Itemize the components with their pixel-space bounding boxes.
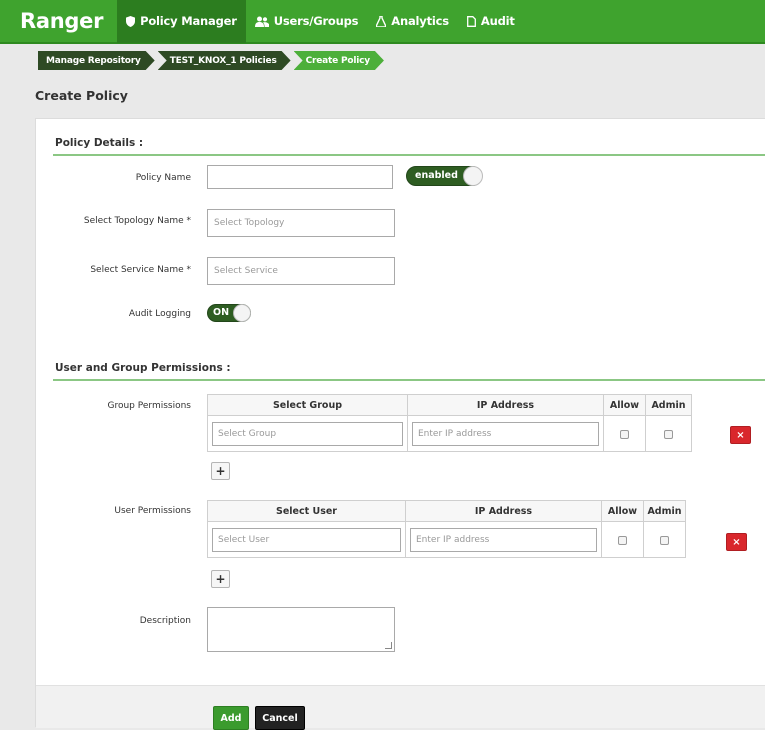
nav-item-label: Audit: [480, 14, 515, 28]
table-cell: [643, 521, 686, 558]
group-ip-address-input[interactable]: [412, 421, 599, 446]
user-permissions-table: Select User IP Address Allow Admin: [207, 500, 686, 558]
brand-logo[interactable]: Ranger: [20, 9, 103, 33]
nav-item-label: Policy Manager: [140, 14, 237, 28]
policy-name-label: Policy Name: [135, 173, 191, 183]
breadcrumb-create-policy: Create Policy: [294, 51, 384, 70]
description-textarea[interactable]: [207, 607, 395, 652]
form-footer: Add Cancel: [36, 685, 765, 730]
user-ip-address-input[interactable]: [410, 527, 597, 552]
nav-item-label: Users/Groups: [273, 14, 359, 28]
breadcrumb-manage-repository[interactable]: Manage Repository: [38, 51, 155, 70]
table-cell: [405, 521, 602, 558]
nav-users-groups[interactable]: Users/Groups: [246, 0, 368, 43]
column-header: Allow: [601, 500, 644, 522]
table-cell: [645, 415, 692, 452]
service-select[interactable]: [207, 257, 395, 285]
group-permissions-table: Select Group IP Address Allow Admin: [207, 394, 692, 452]
users-icon: [254, 16, 269, 27]
page-title: Create Policy: [35, 88, 128, 103]
user-admin-checkbox[interactable]: [660, 536, 669, 545]
column-header: IP Address: [405, 500, 602, 522]
breadcrumb: Manage Repository TEST_KNOX_1 Policies C…: [38, 51, 387, 70]
column-header: IP Address: [407, 394, 604, 416]
shield-icon: [126, 15, 136, 27]
remove-user-row-button[interactable]: ×: [726, 533, 747, 551]
policy-name-input[interactable]: [207, 165, 393, 189]
policy-details-title: Policy Details :: [55, 137, 144, 149]
column-header: Select Group: [207, 394, 408, 416]
add-button[interactable]: Add: [213, 706, 249, 730]
topology-label: Select Topology Name *: [83, 216, 191, 226]
document-icon: [466, 15, 476, 27]
group-permissions-label: Group Permissions: [107, 401, 192, 411]
column-header: Allow: [603, 394, 646, 416]
select-group-input[interactable]: [212, 421, 403, 446]
add-user-row-button[interactable]: +: [211, 570, 230, 588]
table-cell: [603, 415, 646, 452]
section-divider: [53, 154, 765, 156]
description-label: Description: [139, 616, 191, 626]
table-cell: [207, 521, 406, 558]
group-admin-checkbox[interactable]: [664, 430, 673, 439]
nav-item-label: Analytics: [391, 14, 449, 28]
toggle-label: ON: [213, 307, 230, 318]
policy-enabled-toggle[interactable]: enabled: [406, 166, 483, 186]
resize-handle[interactable]: [385, 642, 392, 649]
table-row: [207, 415, 692, 452]
table-row: [207, 521, 686, 558]
plus-icon: +: [215, 464, 226, 478]
add-group-row-button[interactable]: +: [211, 462, 230, 480]
breadcrumb-policies[interactable]: TEST_KNOX_1 Policies: [158, 51, 291, 70]
column-header: Admin: [645, 394, 692, 416]
user-allow-checkbox[interactable]: [618, 536, 627, 545]
service-label: Select Service Name *: [90, 265, 191, 275]
column-header: Select User: [207, 500, 406, 522]
top-navbar: Ranger Policy Manager Users/Groups Analy…: [0, 0, 765, 44]
user-permissions-label: User Permissions: [114, 506, 191, 516]
select-user-input[interactable]: [212, 527, 401, 552]
toggle-label: enabled: [415, 170, 458, 181]
close-icon: ×: [736, 429, 745, 441]
table-cell: [207, 415, 408, 452]
toggle-knob: [463, 166, 483, 186]
column-header: Admin: [643, 500, 686, 522]
toggle-knob: [233, 304, 251, 322]
permissions-title: User and Group Permissions :: [55, 362, 231, 374]
nav-analytics[interactable]: Analytics: [367, 0, 458, 43]
create-policy-form: Policy Details : Policy Name enabled Sel…: [35, 118, 765, 730]
cancel-button[interactable]: Cancel: [255, 706, 305, 730]
group-allow-checkbox[interactable]: [620, 430, 629, 439]
section-divider: [53, 379, 765, 381]
nav-policy-manager[interactable]: Policy Manager: [117, 0, 246, 43]
close-icon: ×: [732, 536, 741, 548]
topology-select[interactable]: [207, 209, 395, 237]
table-cell: [601, 521, 644, 558]
audit-logging-label: Audit Logging: [128, 309, 191, 319]
table-cell: [407, 415, 604, 452]
nav-audit[interactable]: Audit: [458, 0, 524, 43]
plus-icon: +: [215, 572, 226, 586]
remove-group-row-button[interactable]: ×: [730, 426, 751, 444]
analytics-icon: [376, 15, 387, 27]
audit-logging-toggle[interactable]: ON: [207, 304, 251, 322]
